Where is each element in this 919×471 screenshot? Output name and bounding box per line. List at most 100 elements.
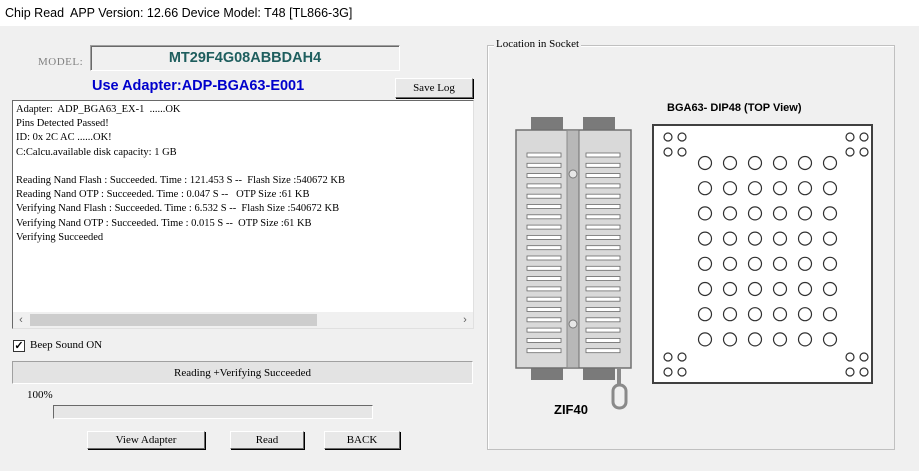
bga-ball (845, 367, 855, 377)
bga-ball (677, 132, 687, 142)
bga-ball (747, 281, 763, 297)
zif-pin (526, 183, 562, 189)
zif-pin (585, 286, 621, 292)
zif-pin (526, 337, 562, 343)
zif-pin (585, 183, 621, 189)
bga-ball (697, 155, 713, 171)
zif-pin (526, 173, 562, 179)
bga-ball (822, 231, 838, 246)
bga-ball (663, 352, 673, 362)
bga-ball (797, 181, 813, 196)
zif-pin (585, 348, 621, 354)
bga-ball (772, 307, 788, 322)
socket-diagram (515, 117, 873, 410)
bga-ball (772, 332, 788, 347)
zif-pin (526, 193, 562, 199)
zif-pin (526, 317, 562, 323)
bga-ball (797, 155, 813, 171)
bga-ball (859, 132, 869, 142)
bga-ball (845, 352, 855, 362)
zif-pin (585, 173, 621, 179)
zif-pin (585, 204, 621, 209)
zif-pin (526, 224, 562, 230)
zif-pin (526, 276, 562, 282)
bga-ball (822, 256, 838, 271)
zif-pin (585, 276, 621, 282)
bga-ball (722, 332, 738, 347)
bga-ball (822, 155, 838, 171)
zif-pin (526, 296, 562, 302)
bga-ball (772, 231, 788, 246)
bga-ball (722, 307, 738, 322)
bga-ball (859, 367, 869, 377)
zif-pin (585, 337, 621, 343)
bga-ball (822, 307, 838, 322)
zif-pin (526, 245, 562, 251)
zif-pin (585, 255, 621, 261)
zif-pin (526, 162, 562, 168)
zif-pin (526, 265, 562, 271)
bga-ball (697, 231, 713, 246)
zif-pin (585, 265, 621, 271)
bga-ball (747, 332, 763, 347)
zif-pin (585, 327, 621, 333)
zif-pin (526, 152, 562, 158)
bga-ball (697, 181, 713, 196)
zif-pin (526, 234, 562, 240)
zif-pin (585, 296, 621, 302)
bga-ball (822, 332, 838, 347)
bga-ball (747, 231, 763, 246)
zif-pin (585, 193, 621, 199)
zif-label: ZIF40 (554, 402, 588, 417)
zif-pin (585, 224, 621, 230)
zif-pin (585, 162, 621, 168)
bga-ball (772, 281, 788, 297)
bga-title: BGA63- DIP48 (TOP View) (667, 102, 802, 114)
zif-pin (585, 152, 621, 158)
bga-ball (697, 206, 713, 221)
bga-ball (747, 206, 763, 221)
bga-ball (663, 132, 673, 142)
bga-ball (845, 147, 855, 157)
bga-ball (797, 307, 813, 322)
bga-ball (797, 231, 813, 246)
bga-ball (822, 206, 838, 221)
zif-pin (585, 245, 621, 251)
bga-ball (697, 307, 713, 322)
zif-socket (515, 117, 632, 410)
zif-pin (526, 286, 562, 292)
zif-pin (526, 204, 562, 209)
bga-ball (747, 307, 763, 322)
bga-ball (845, 132, 855, 142)
bga-ball (797, 332, 813, 347)
bga-ball (747, 181, 763, 196)
bga-ball (677, 367, 687, 377)
bga-chip (652, 124, 873, 384)
bga-ball (722, 281, 738, 297)
bga-ball (722, 206, 738, 221)
bga-ball (772, 206, 788, 221)
zif-pin (585, 317, 621, 323)
bga-ball (697, 256, 713, 271)
zif-pin (585, 234, 621, 240)
bga-ball (822, 181, 838, 196)
bga-ball (859, 352, 869, 362)
bga-ball (697, 281, 713, 297)
zif-pin (526, 348, 562, 354)
bga-ball (722, 155, 738, 171)
zif-pin (526, 327, 562, 333)
bga-ball (747, 256, 763, 271)
bga-ball (722, 181, 738, 196)
bga-ball (797, 206, 813, 221)
zif-pin (526, 214, 562, 220)
zif-pin (526, 255, 562, 261)
bga-ball (772, 181, 788, 196)
zif-pin (526, 307, 562, 312)
zif-pin (585, 214, 621, 220)
bga-ball (663, 367, 673, 377)
bga-ball (697, 332, 713, 347)
bga-ball (822, 281, 838, 297)
bga-ball (722, 231, 738, 246)
bga-ball (859, 147, 869, 157)
bga-ball (747, 155, 763, 171)
